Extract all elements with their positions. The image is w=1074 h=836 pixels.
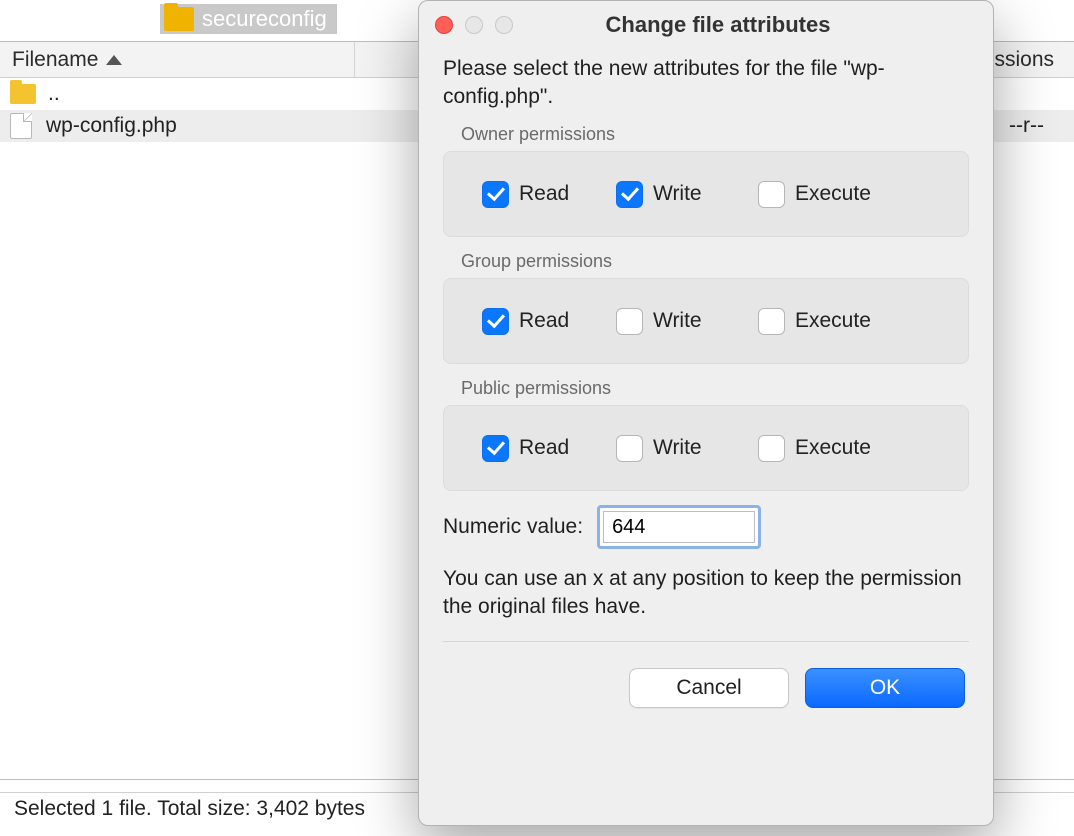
button-label: OK [870, 676, 900, 700]
folder-icon [164, 7, 194, 31]
owner-permissions-label: Owner permissions [461, 124, 969, 145]
dialog-title: Change file attributes [459, 12, 977, 38]
status-text: Selected 1 file. Total size: 3,402 bytes [14, 797, 365, 821]
dialog-instruction: Please select the new attributes for the… [443, 55, 969, 110]
folder-icon [10, 84, 36, 104]
check-icon [620, 183, 638, 202]
group-write-checkbox[interactable] [616, 308, 643, 335]
cancel-button[interactable]: Cancel [629, 668, 789, 708]
list-item-permissions: --r-- [1009, 114, 1074, 138]
checkbox-label: Execute [795, 309, 871, 333]
checkbox-label: Execute [795, 436, 871, 460]
checkbox-label: Read [519, 309, 569, 333]
column-header-filename-label: Filename [12, 48, 98, 72]
checkbox-label: Write [653, 309, 702, 333]
owner-read-checkbox[interactable] [482, 181, 509, 208]
breadcrumb-label: secureconfig [202, 6, 327, 32]
ok-button[interactable]: OK [805, 668, 965, 708]
close-icon[interactable] [435, 16, 453, 34]
checkbox-label: Read [519, 182, 569, 206]
check-icon [486, 437, 504, 456]
checkbox-label: Write [653, 182, 702, 206]
column-header-filename[interactable]: Filename [0, 42, 355, 77]
button-label: Cancel [676, 676, 741, 700]
public-write-checkbox[interactable] [616, 435, 643, 462]
checkbox-label: Execute [795, 182, 871, 206]
check-icon [486, 310, 504, 329]
group-permissions-label: Group permissions [461, 251, 969, 272]
dialog-titlebar: Change file attributes [419, 1, 993, 49]
list-item-label: .. [48, 82, 60, 106]
group-read-checkbox[interactable] [482, 308, 509, 335]
owner-execute-checkbox[interactable] [758, 181, 785, 208]
check-icon [486, 183, 504, 202]
checkbox-label: Read [519, 436, 569, 460]
sort-ascending-icon [106, 55, 122, 65]
column-header-permissions-suffix: ssions [994, 48, 1054, 72]
list-item-label: wp-config.php [46, 114, 177, 138]
breadcrumb[interactable]: secureconfig [160, 4, 337, 34]
checkbox-label: Write [653, 436, 702, 460]
change-attributes-dialog: Change file attributes Please select the… [418, 0, 994, 826]
numeric-value-focus-ring [597, 505, 761, 549]
numeric-hint: You can use an x at any position to keep… [443, 565, 969, 641]
public-execute-checkbox[interactable] [758, 435, 785, 462]
file-icon [10, 113, 32, 139]
group-execute-checkbox[interactable] [758, 308, 785, 335]
owner-write-checkbox[interactable] [616, 181, 643, 208]
owner-permissions-group: Read Write Execute [443, 151, 969, 237]
public-permissions-label: Public permissions [461, 378, 969, 399]
numeric-value-label: Numeric value: [443, 515, 583, 539]
public-permissions-group: Read Write Execute [443, 405, 969, 491]
group-permissions-group: Read Write Execute [443, 278, 969, 364]
public-read-checkbox[interactable] [482, 435, 509, 462]
numeric-value-input[interactable] [603, 511, 755, 543]
